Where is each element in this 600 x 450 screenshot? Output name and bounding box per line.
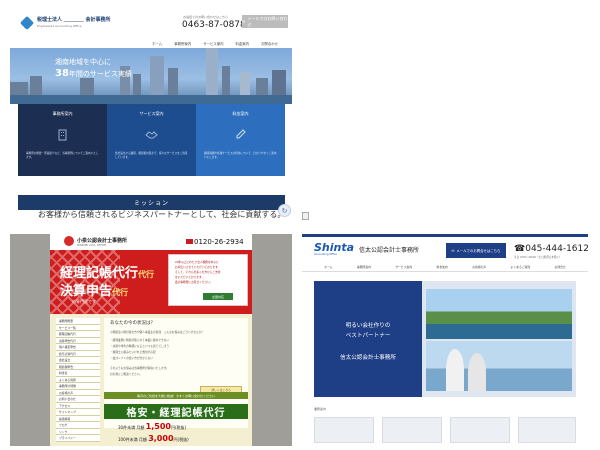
main-paragraph: そのようなお悩みは当事務所が解決いたします。 — [110, 366, 169, 370]
thumbnail-image[interactable] — [382, 417, 442, 443]
nav-item-fees[interactable]: 料金案内 — [437, 265, 448, 269]
price-row: 30件未満 月額 1,500円(税抜) — [118, 422, 187, 431]
broken-image-icon — [302, 212, 309, 220]
mission-heading: ミッション — [18, 195, 285, 210]
card-fees[interactable]: 料金案内 顧問報酬や各種サービスの料金について、分かりやすくご案内いたします。 — [196, 104, 285, 176]
business-hours: 平日 9:00〜18:00（土日祝祭日を除く） — [514, 256, 562, 259]
phone-number[interactable]: ☎045-444-1612 — [514, 244, 588, 254]
price-row: 100件未満 月額 3,000円(税抜) — [118, 434, 189, 443]
banner-side-box: 20年以上にわたり法人税務を中心に お手伝いさせていただいております。 そして、… — [168, 254, 248, 306]
banner-title-2: 決算申告代行 — [60, 284, 129, 299]
main-paragraph: ・会計ソフトの使い方が分からない — [110, 356, 153, 360]
hero-line-3: 信太公認会計士事務所 — [340, 355, 396, 361]
free-dial-icon — [186, 239, 193, 244]
section-label: 業務案内 — [314, 407, 327, 411]
pen-icon — [236, 129, 246, 139]
screenshot-accounting-office-1: 税理士法人 ＿＿＿＿ 会計事務所 Engineered Accounting O… — [10, 8, 292, 220]
main-paragraph: ・決算や申告の時期になるといつも慌ててしまう — [110, 344, 170, 348]
sidebar-menu: 事務所概要 サービス一覧 経理記帳代行 決算申告代行 個人確定申告 給与計算代行… — [56, 318, 100, 442]
banner-subtitle: の専門家です — [72, 299, 96, 304]
nav-item-office[interactable]: 事務所案内 — [357, 265, 371, 269]
main-paragraph: 小規模法人経営者の方や個人事業主の皆様、こんなお悩みはございませんか？ — [110, 330, 204, 334]
promo-band: 毎月のご負担を大幅に削減！今すぐお問い合わせください — [104, 392, 248, 399]
nationwide-badge[interactable]: 全国対応 — [203, 293, 233, 300]
card-title: 料金案内 — [232, 111, 249, 116]
nav-item-contact[interactable]: お問合せ — [555, 265, 566, 269]
hero-photo-landscape — [426, 289, 572, 339]
card-services[interactable]: サービス案内 会社設立から顧問、相続税対策まで、様々なサービスをご用意しています… — [107, 104, 196, 176]
main-heading: あなたの今の状況は？ — [110, 321, 155, 326]
handshake-icon — [145, 131, 158, 139]
mail-icon: ✉ — [242, 19, 246, 24]
phone-number[interactable]: 0120-26-2934 — [194, 238, 244, 246]
phone-number[interactable]: 0463-87-0878 — [182, 20, 246, 30]
thumbnail-image[interactable] — [518, 417, 576, 443]
logo-seal-icon[interactable] — [64, 236, 74, 246]
logo-subtitle: KOIZUMI C.P.A. OFFICE — [77, 244, 107, 247]
hero-photo-harbor — [426, 341, 572, 391]
main-paragraph: ・税理士に頼みたいけれど費用が心配 — [110, 350, 156, 354]
phone-icon: ☎ — [514, 244, 526, 254]
tel-caption: お電話でのお問い合わせはこちら — [183, 15, 229, 19]
thumbnail-image[interactable] — [314, 417, 374, 443]
logo-title[interactable]: 小泉公認会計士事務所 — [77, 237, 127, 244]
card-office[interactable]: 事務所案内 事務所の概要・所員紹介など、当事務所についてご案内いたします。 — [18, 104, 107, 176]
contact-button-label: メールでのお問い合わせ — [247, 15, 288, 27]
screenshot-accounting-office-2: 小泉公認会計士事務所 KOIZUMI C.P.A. OFFICE 0120-26… — [10, 234, 292, 446]
side-box-line: 会計事務所にお任せください。 — [175, 280, 213, 284]
sidebar-item[interactable]: プライバシー — [56, 435, 100, 442]
main-paragraph: ・経理業務に時間が取られて本業に集中できない — [110, 338, 170, 342]
nav-item-faq[interactable]: よくあるご質問 — [511, 265, 531, 269]
side-box-line: お手伝いさせていただいております。 — [175, 265, 221, 269]
contact-button[interactable]: ✉ メールでのお問い合わせ — [242, 15, 288, 28]
nav-item-services[interactable]: サービス案内 — [395, 265, 412, 269]
side-box-line: をいただいております。 — [175, 275, 205, 279]
nav-item-voices[interactable]: お客様の声 — [472, 265, 486, 269]
building-icon — [58, 129, 67, 141]
nav-item-fees[interactable]: 料金案内 — [235, 41, 249, 46]
mail-contact-label: メールでのお問合せはこちら — [456, 249, 501, 253]
card-title: 事務所案内 — [52, 111, 73, 116]
mission-caption: お客様から信頼されるビジネスパートナーとして、社会に貢献する。 — [38, 210, 286, 219]
thumbnail-image[interactable] — [450, 417, 510, 443]
card-description: 事務所の概要・所員紹介など、当事務所についてご案内いたします。 — [26, 152, 99, 159]
page-body: 小泉公認会計士事務所 KOIZUMI C.P.A. OFFICE 0120-26… — [50, 234, 252, 446]
main-nav: ホーム 事務所案内 サービス案内 料金案内 お問合わせ — [10, 38, 292, 48]
nav-item-contact[interactable]: お問合わせ — [261, 41, 278, 46]
hero-area: 明るい会社作りの ベストパートナー 信太公認会計士事務所 — [314, 281, 576, 397]
hero-line-1: 湘南地域を中心に — [55, 58, 111, 66]
hero-cityscape-image — [10, 48, 292, 104]
nav-item-services[interactable]: サービス案内 — [203, 41, 223, 46]
nav-item-home[interactable]: ホーム — [324, 265, 332, 269]
logo-title[interactable]: 税理士法人 ＿＿＿＿ 会計事務所 — [37, 16, 110, 23]
nav-item-home[interactable]: ホーム — [152, 41, 162, 46]
card-description: 会社設立から顧問、相続税対策まで、様々なサービスをご用意しています。 — [115, 152, 188, 159]
logo-subtitle: Accounting Office — [314, 253, 337, 256]
main-nav: ホーム 事務所案内 サービス案内 料金案内 お客様の声 よくあるご質問 お問合せ — [302, 262, 588, 272]
recaptcha-badge-icon[interactable]: ↻ — [278, 204, 291, 217]
office-name: 信太公認会計士事務所 — [359, 247, 420, 254]
hero-banner: 経理記帳代行代行 決算申告代行 の専門家です 20年以上にわたり法人税務を中心に… — [50, 250, 252, 314]
screenshot-accounting-office-3: Shinta Accounting Office 信太公認会計士事務所 ✉ メー… — [302, 234, 588, 446]
hero-years: 38 — [55, 68, 69, 79]
hero-text-panel: 明るい会社作りの ベストパートナー 信太公認会計士事務所 — [314, 281, 422, 397]
card-description: 顧問報酬や各種サービスの料金について、分かりやすくご案内いたします。 — [204, 152, 277, 159]
logo-subtitle: Engineered Accounting Office — [37, 24, 82, 28]
hero-line-2: 38年間のサービス実績 — [55, 68, 132, 79]
card-title: サービス案内 — [139, 111, 164, 116]
banner-title-1: 経理記帳代行代行 — [60, 266, 155, 281]
main-paragraph: お気軽にご相談ください。 — [110, 372, 143, 376]
hero-line-1: 明るい会社作りの — [345, 323, 391, 329]
hero-line-2: ベストパートナー — [345, 333, 391, 339]
mail-contact-button[interactable]: ✉ メールでのお問合せはこちら — [446, 243, 506, 258]
hero-line-2-text: 年間のサービス実績 — [68, 70, 132, 78]
promo-title: 格安・経理記帳代行 — [104, 404, 248, 419]
side-box-line: そして、それらの多くの方からご支持 — [175, 270, 221, 274]
side-box-line: 20年以上にわたり法人税務を中心に — [175, 260, 219, 264]
mail-icon: ✉ — [451, 248, 455, 253]
nav-item-office[interactable]: 事務所案内 — [174, 41, 191, 46]
